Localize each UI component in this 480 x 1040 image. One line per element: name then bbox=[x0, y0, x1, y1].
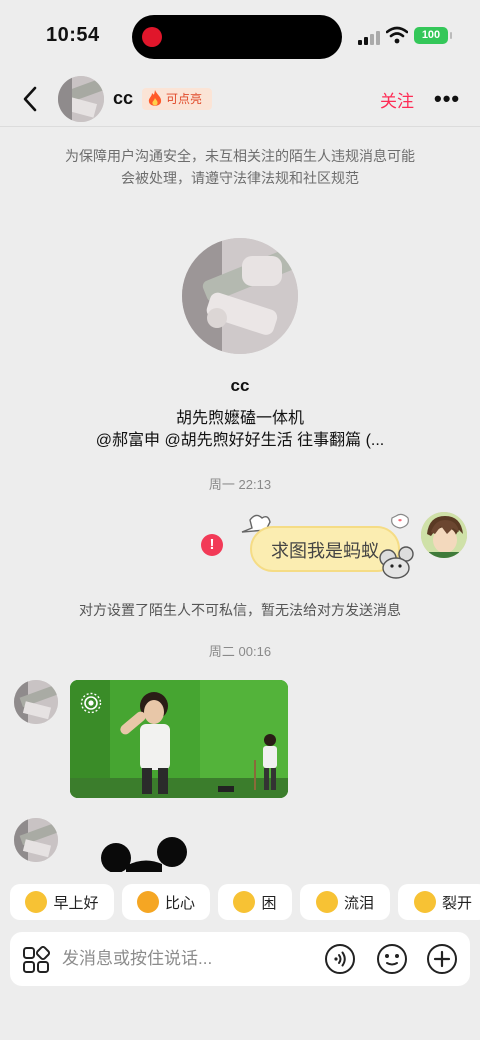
quick-reply-bar: 早上好 比心 困 流泪 裂开 bbox=[10, 884, 480, 920]
quick-reply-label: 裂开 bbox=[441, 894, 472, 912]
my-avatar[interactable] bbox=[421, 512, 467, 558]
back-arrow-icon[interactable] bbox=[16, 82, 46, 116]
quick-reply-chip[interactable]: 裂开 bbox=[398, 884, 480, 920]
message-input[interactable] bbox=[62, 940, 312, 978]
quick-reply-label: 流泪 bbox=[343, 894, 374, 912]
send-failed-icon[interactable]: ! bbox=[201, 534, 223, 556]
crying-face-icon bbox=[315, 891, 338, 913]
system-notice: 对方设置了陌生人不可私信，暂无法给对方发送消息 bbox=[79, 602, 401, 618]
battery-icon: 100 bbox=[414, 27, 452, 44]
voice-input-icon[interactable] bbox=[324, 943, 356, 975]
status-bar: 10:54 100 bbox=[0, 0, 480, 72]
cellular-signal-icon bbox=[358, 31, 382, 45]
quick-reply-chip[interactable]: 早上好 bbox=[10, 884, 114, 920]
contact-avatar[interactable] bbox=[58, 76, 104, 122]
profile-name: cc bbox=[230, 376, 250, 395]
follow-button[interactable]: 关注 bbox=[380, 87, 414, 112]
heart-hands-icon bbox=[136, 891, 159, 913]
mouse-icon bbox=[379, 546, 414, 579]
light-up-badge-label: 可点亮 bbox=[166, 92, 203, 106]
message-input-bar bbox=[10, 932, 470, 986]
wifi-icon bbox=[386, 26, 408, 44]
video-thumbnail bbox=[70, 680, 288, 798]
quick-reply-chip[interactable]: 流泪 bbox=[300, 884, 390, 920]
contact-avatar[interactable] bbox=[14, 818, 58, 862]
profile-avatar[interactable] bbox=[182, 238, 298, 354]
profile-bio-line2: @郝富申 @胡先煦好好生活 往事翻篇 (... bbox=[95, 432, 385, 449]
emoji-icon[interactable] bbox=[376, 943, 408, 975]
sticker-message[interactable]: 求图我是蚂蚁 bbox=[236, 510, 414, 582]
sun-face-icon bbox=[25, 891, 48, 913]
profile-bio: 胡先煦嬷磕一体机 @郝富申 @胡先煦好好生活 往事翻篇 (... bbox=[40, 408, 440, 452]
live-photo-icon bbox=[80, 692, 102, 714]
recording-indicator-icon bbox=[142, 27, 162, 47]
safety-notice: 为保障用户沟通安全，未互相关注的陌生人违规消息可能会被处理，请遵守法律法规和社区… bbox=[65, 148, 415, 186]
flame-icon bbox=[148, 90, 162, 106]
status-time: 10:54 bbox=[46, 24, 100, 46]
quick-reply-label: 比心 bbox=[164, 894, 195, 912]
add-plus-icon[interactable] bbox=[426, 943, 458, 975]
quick-reply-chip[interactable]: 困 bbox=[218, 884, 292, 920]
quick-reply-label: 早上好 bbox=[53, 894, 99, 912]
cracked-face-icon bbox=[413, 891, 436, 913]
message-timestamp: 周一 22:13 bbox=[208, 477, 272, 492]
more-options-icon[interactable]: ••• bbox=[434, 86, 460, 112]
quick-reply-chip[interactable]: 比心 bbox=[122, 884, 210, 920]
contact-name: cc bbox=[113, 88, 134, 108]
quick-reply-label: 困 bbox=[261, 894, 277, 912]
video-message[interactable] bbox=[70, 680, 288, 798]
light-up-badge[interactable]: 可点亮 bbox=[142, 88, 213, 110]
sleepy-face-icon bbox=[233, 891, 256, 913]
message-timestamp: 周二 00:16 bbox=[208, 644, 272, 659]
sticker-message-partial[interactable] bbox=[96, 826, 196, 872]
header-divider bbox=[0, 126, 480, 127]
dynamic-island bbox=[132, 15, 342, 59]
apps-grid-icon[interactable] bbox=[22, 946, 50, 974]
chat-header: cc 可点亮 关注 ••• bbox=[0, 72, 480, 126]
profile-bio-line1: 胡先煦嬷磕一体机 bbox=[175, 410, 304, 427]
contact-avatar[interactable] bbox=[14, 680, 58, 724]
